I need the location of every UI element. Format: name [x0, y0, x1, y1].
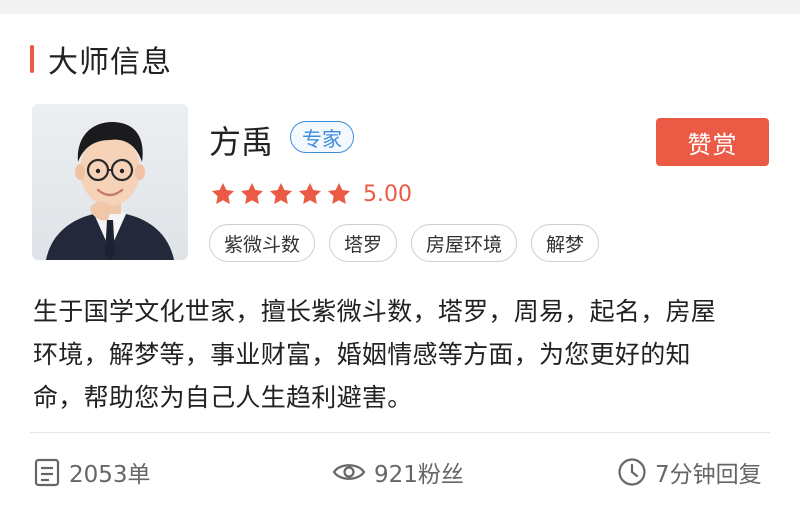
- section-title: 大师信息: [48, 45, 172, 80]
- star-icon: [211, 182, 235, 204]
- reply-time: 7分钟回复: [655, 462, 762, 488]
- rating-stars: 5.00: [210, 180, 412, 208]
- star-icon: [298, 182, 322, 204]
- skill-tag[interactable]: 房屋环境: [411, 224, 518, 262]
- skill-tag[interactable]: 紫微斗数: [209, 224, 316, 262]
- star-icon: [240, 182, 264, 204]
- fans-count: 921粉丝: [374, 462, 464, 488]
- avatar-photo: [32, 104, 188, 260]
- skill-tag[interactable]: 塔罗: [329, 224, 398, 262]
- orders-stat: 2053单: [33, 452, 151, 492]
- master-name: 方禹: [209, 123, 274, 161]
- bio-line: 生于国学文化世家，擅长紫微斗数，塔罗，周易，起名，房屋: [33, 297, 717, 326]
- rating-value: 5.00: [363, 181, 412, 207]
- star-icon: [327, 182, 351, 204]
- orders-count: 2053单: [69, 462, 151, 488]
- document-list-icon: [34, 458, 60, 487]
- expert-badge: 专家: [290, 121, 354, 153]
- master-bio: 生于国学文化世家，擅长紫微斗数，塔罗，周易，起名，房屋 环境，解梦等，事业财富，…: [33, 290, 773, 419]
- accent-bar: [30, 45, 34, 73]
- bio-line: 环境，解梦等，事业财富，婚姻情感等方面，为您更好的知: [33, 340, 691, 369]
- divider: [30, 432, 770, 433]
- skill-tag[interactable]: 解梦: [531, 224, 600, 262]
- bio-line: 命，帮助您为自己人生趋利避害。: [33, 383, 413, 412]
- avatar[interactable]: [32, 104, 188, 260]
- clock-icon: [618, 458, 646, 486]
- eye-icon: [332, 464, 366, 480]
- reply-stat: 7分钟回复: [617, 452, 762, 492]
- star-icon: [269, 182, 293, 204]
- reward-button[interactable]: 赞赏: [656, 118, 769, 166]
- skill-tags: 紫微斗数 塔罗 房屋环境 解梦: [209, 224, 613, 262]
- section-header: 大师信息: [30, 42, 172, 80]
- top-separator: [0, 0, 800, 14]
- fans-stat: 921粉丝: [332, 452, 464, 492]
